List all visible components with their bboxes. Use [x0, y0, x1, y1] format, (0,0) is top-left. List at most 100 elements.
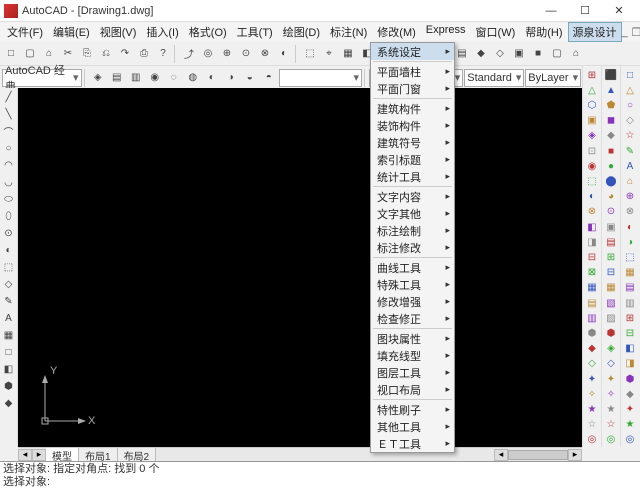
draw-tool-7[interactable]: ⬯ — [1, 209, 16, 224]
draw-tool-5[interactable]: ◡ — [1, 175, 16, 190]
window-close[interactable]: ✕ — [602, 1, 636, 21]
menu-item-5-2[interactable]: 图层工具▸ — [371, 364, 454, 381]
drawing-canvas[interactable] — [18, 88, 582, 447]
right-tool-0-1[interactable]: △ — [584, 83, 600, 97]
right-tool-2-17[interactable]: ⊟ — [622, 326, 638, 340]
right-tool-0-4[interactable]: ◈ — [584, 129, 600, 143]
right-tool-2-7[interactable]: ⌂ — [622, 174, 638, 188]
workspace-combo[interactable]: AutoCAD 经典▾ — [2, 69, 82, 87]
toolbar-btn-27[interactable]: ◇ — [491, 45, 509, 63]
lineweight-combo[interactable]: Standard▾ — [464, 69, 524, 87]
toolbar-btn-13[interactable]: ⊙ — [237, 45, 255, 63]
menu-item-0-0[interactable]: 系统设定▸ — [371, 43, 454, 60]
layout-tab-0[interactable]: 模型 — [46, 448, 79, 462]
draw-tool-12[interactable]: ✎ — [1, 294, 16, 309]
right-tool-0-16[interactable]: ▥ — [584, 311, 600, 325]
right-tool-2-19[interactable]: ◨ — [622, 357, 638, 371]
right-tool-0-6[interactable]: ◉ — [584, 159, 600, 173]
right-tool-0-15[interactable]: ▤ — [584, 296, 600, 310]
layer-combo[interactable]: ▾ — [279, 69, 362, 87]
menu-item-1-0[interactable]: 平面墙柱▸ — [371, 63, 454, 80]
right-tool-1-13[interactable]: ⊟ — [603, 266, 619, 280]
layer-tool-8[interactable]: ◒ — [241, 69, 259, 87]
right-tool-1-15[interactable]: ▧ — [603, 296, 619, 310]
menu-2[interactable]: 视图(V) — [95, 22, 142, 42]
right-tool-2-0[interactable]: □ — [622, 68, 638, 82]
right-tool-2-15[interactable]: ▥ — [622, 296, 638, 310]
right-tool-1-3[interactable]: ◼ — [603, 114, 619, 128]
right-tool-1-19[interactable]: ◇ — [603, 357, 619, 371]
window-minimize[interactable]: — — [534, 1, 568, 21]
draw-tool-0[interactable]: ╱ — [1, 90, 16, 105]
right-tool-1-22[interactable]: ★ — [603, 402, 619, 416]
right-tool-0-12[interactable]: ⊟ — [584, 250, 600, 264]
menu-7[interactable]: 标注(N) — [325, 22, 372, 42]
right-tool-2-23[interactable]: ★ — [622, 418, 638, 432]
toolbar-btn-10[interactable]: ⤴ — [180, 45, 198, 63]
menu-item-2-4[interactable]: 统计工具▸ — [371, 168, 454, 185]
draw-tool-2[interactable]: ⌒ — [1, 124, 16, 139]
right-tool-1-20[interactable]: ✦ — [603, 372, 619, 386]
right-tool-0-18[interactable]: ◆ — [584, 342, 600, 356]
right-tool-1-17[interactable]: ⬢ — [603, 326, 619, 340]
toolbar-btn-15[interactable]: ◐ — [275, 45, 293, 63]
right-tool-2-9[interactable]: ⊗ — [622, 205, 638, 219]
draw-tool-18[interactable]: ◆ — [1, 396, 16, 411]
right-tool-0-22[interactable]: ★ — [584, 402, 600, 416]
menu-item-5-1[interactable]: 填充线型▸ — [371, 347, 454, 364]
right-tool-1-11[interactable]: ▤ — [603, 235, 619, 249]
menu-item-4-3[interactable]: 检查修正▸ — [371, 310, 454, 327]
draw-tool-1[interactable]: ╲ — [1, 107, 16, 122]
menu-item-5-0[interactable]: 图块属性▸ — [371, 330, 454, 347]
menu-item-6-1[interactable]: 其他工具▸ — [371, 418, 454, 435]
right-tool-1-1[interactable]: ▲ — [603, 83, 619, 97]
right-tool-2-20[interactable]: ⬢ — [622, 372, 638, 386]
menu-3[interactable]: 插入(I) — [141, 22, 183, 42]
right-tool-1-12[interactable]: ⊞ — [603, 250, 619, 264]
right-tool-1-18[interactable]: ◈ — [603, 342, 619, 356]
toolbar-btn-18[interactable]: ⌖ — [320, 45, 338, 63]
toolbar-btn-11[interactable]: ◎ — [199, 45, 217, 63]
right-tool-1-8[interactable]: ◕ — [603, 190, 619, 204]
menu-item-5-3[interactable]: 视口布局▸ — [371, 381, 454, 398]
right-tool-1-10[interactable]: ▣ — [603, 220, 619, 234]
right-tool-1-2[interactable]: ⬟ — [603, 98, 619, 112]
layer-tool-7[interactable]: ◑ — [222, 69, 240, 87]
menu-item-2-1[interactable]: 装饰构件▸ — [371, 117, 454, 134]
right-tool-0-0[interactable]: ⊞ — [584, 68, 600, 82]
draw-tool-15[interactable]: □ — [1, 345, 16, 360]
right-tool-2-14[interactable]: ▤ — [622, 281, 638, 295]
right-tool-2-18[interactable]: ◧ — [622, 342, 638, 356]
toolbar-btn-6[interactable]: ↷ — [116, 45, 134, 63]
right-tool-0-24[interactable]: ◎ — [584, 433, 600, 447]
right-tool-1-23[interactable]: ☆ — [603, 418, 619, 432]
hscroll-thumb[interactable] — [508, 450, 568, 460]
menu-item-3-1[interactable]: 文字其他▸ — [371, 205, 454, 222]
toolbar-btn-19[interactable]: ▦ — [339, 45, 357, 63]
window-maximize[interactable]: ☐ — [568, 1, 602, 21]
draw-tool-9[interactable]: ◐ — [1, 243, 16, 258]
hscroll-left[interactable]: ◂ — [494, 449, 508, 461]
right-tool-2-12[interactable]: ⬚ — [622, 250, 638, 264]
right-tool-0-5[interactable]: ⊡ — [584, 144, 600, 158]
command-line[interactable]: 选择对象: 指定对角点: 找到 0 个 选择对象: — [0, 461, 640, 501]
tab-scroll-left[interactable]: ◂ — [18, 449, 32, 461]
menu-4[interactable]: 格式(O) — [184, 22, 232, 42]
mdi-minimize[interactable]: _ — [622, 26, 628, 39]
menu-9[interactable]: Express — [421, 22, 471, 42]
right-tool-1-4[interactable]: ◆ — [603, 129, 619, 143]
menu-item-6-2[interactable]: ＥＴ工具▸ — [371, 435, 454, 452]
menu-item-4-2[interactable]: 修改增强▸ — [371, 293, 454, 310]
right-tool-0-23[interactable]: ☆ — [584, 418, 600, 432]
toolbar-btn-0[interactable]: □ — [2, 45, 20, 63]
menu-0[interactable]: 文件(F) — [2, 22, 48, 42]
toolbar-btn-25[interactable]: ▤ — [453, 45, 471, 63]
right-tool-0-21[interactable]: ✧ — [584, 387, 600, 401]
mdi-restore[interactable]: ❐ — [632, 26, 640, 39]
toolbar-btn-8[interactable]: ? — [154, 45, 172, 63]
draw-tool-17[interactable]: ⬢ — [1, 379, 16, 394]
right-tool-2-3[interactable]: ◇ — [622, 114, 638, 128]
layer-tool-3[interactable]: ◉ — [146, 69, 164, 87]
menu-11[interactable]: 帮助(H) — [520, 22, 567, 42]
right-tool-2-5[interactable]: ✎ — [622, 144, 638, 158]
